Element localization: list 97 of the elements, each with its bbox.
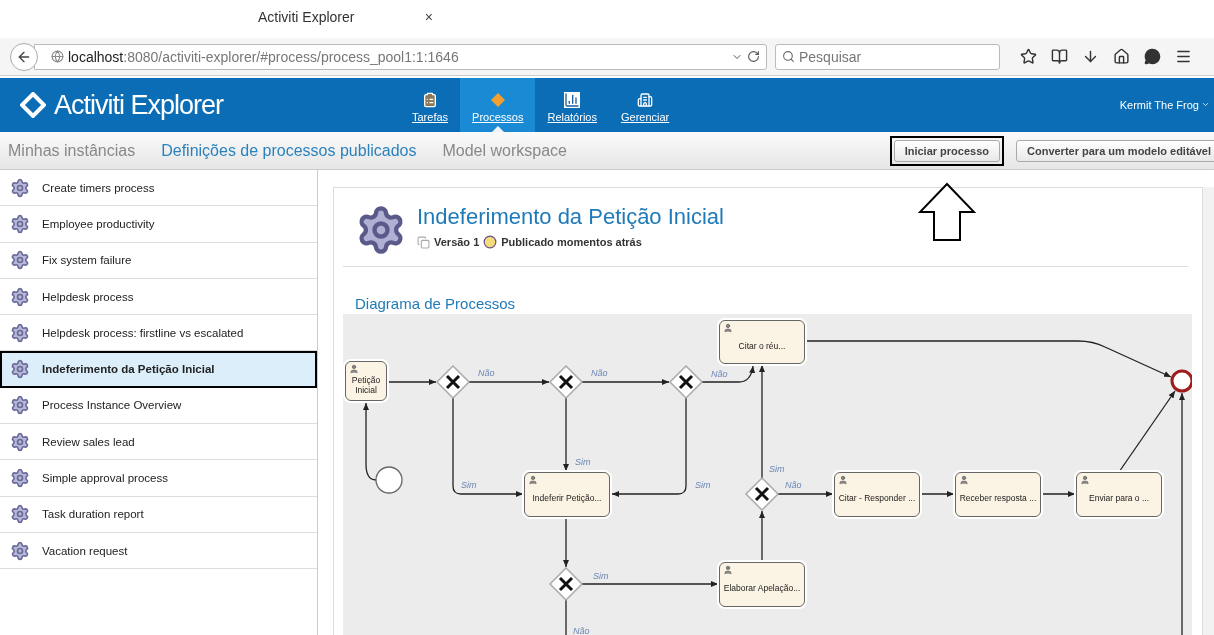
process-name: Helpdesk process: firstline vs escalated [42, 326, 244, 339]
flow-label: Não [573, 626, 590, 635]
app-logo-text: Activiti Explorer [54, 89, 224, 121]
flow-label: Não [591, 368, 608, 378]
gear-icon [10, 540, 30, 561]
user-icon [723, 565, 733, 575]
nav-tab[interactable]: Processos [460, 78, 536, 132]
nav-tab[interactable]: Relatórios [535, 78, 609, 132]
process-list-item[interactable]: Indeferimento da Petição Inicial [0, 351, 317, 388]
nav-tab[interactable]: Tarefas [400, 78, 461, 132]
copy-icon [417, 235, 430, 249]
user-task[interactable]: Citar o réu... [719, 320, 805, 364]
user-task[interactable]: Indeferir Petição... [524, 472, 610, 517]
diamond-logo-icon [20, 92, 46, 118]
user-task[interactable]: Petição Inicial [345, 361, 387, 401]
gear-icon [10, 395, 30, 416]
nav-icon [564, 92, 581, 108]
user-task[interactable]: Enviar para o ... [1076, 472, 1162, 517]
process-title: Indeferimento da Petição Inicial [417, 204, 724, 230]
gear-icon [10, 504, 30, 525]
user-icon [349, 364, 359, 374]
process-name: Vacation request [42, 544, 128, 557]
user-icon [1080, 475, 1090, 485]
exclusive-gateway-icon [744, 476, 780, 512]
process-name: Indeferimento da Petição Inicial [42, 363, 215, 376]
user-icon [838, 475, 848, 485]
sub-tab[interactable]: Definições de processos publicados [161, 141, 417, 160]
version-text: Versão 1 [434, 236, 480, 248]
flow-label: Sim [695, 480, 711, 490]
process-name: Create timers process [42, 181, 155, 194]
star-icon[interactable] [1020, 48, 1037, 65]
user-task[interactable]: Receber resposta ... [955, 472, 1041, 517]
process-name: Process Instance Overview [42, 399, 182, 412]
gear-icon [10, 250, 30, 271]
search-icon [782, 50, 795, 63]
process-name: Task duration report [42, 508, 144, 521]
flow-label: Sim [461, 480, 477, 490]
sequence-flow-arrow [563, 516, 569, 568]
process-name: Review sales lead [42, 435, 135, 448]
nav-icon [422, 92, 439, 108]
menu-icon[interactable] [1175, 48, 1192, 65]
up-arrow-icon [918, 182, 976, 242]
exclusive-gateway-icon [435, 364, 471, 400]
globe-icon [51, 50, 64, 63]
flow-label: Não [478, 368, 495, 378]
user-icon [723, 323, 733, 333]
sequence-flow-arrow [759, 510, 765, 563]
reload-icon[interactable] [747, 50, 760, 63]
user-menu[interactable]: Kermit The Frog [1119, 99, 1214, 111]
end-event-icon [1170, 369, 1192, 393]
gear-icon [10, 431, 30, 452]
download-icon[interactable] [1082, 48, 1099, 65]
chat-icon[interactable] [1144, 48, 1161, 65]
tab-close-button[interactable]: × [424, 9, 433, 25]
nav-icon [489, 92, 506, 108]
exclusive-gateway-icon [548, 364, 584, 400]
nav-tab[interactable]: Gerenciar [608, 78, 682, 132]
url-text: localhost:8080/activiti-explorer/#process/process_pool1:1:1646 [68, 48, 460, 65]
published-text: Publicado momentos atrás [501, 236, 642, 248]
gear-icon [10, 359, 30, 380]
user-icon [959, 475, 969, 485]
process-name: Employee productivity [42, 217, 155, 230]
home-icon[interactable] [1113, 48, 1130, 65]
search-placeholder: Pesquisar [799, 48, 862, 65]
flow-label: Sim [769, 464, 785, 474]
sequence-flow-arrow [1040, 491, 1076, 497]
user-task[interactable]: Citar - Responder ... [834, 472, 920, 517]
flow-label: Não [711, 369, 728, 379]
gear-icon [10, 468, 30, 488]
sequence-flow-arrow [701, 365, 755, 383]
sequence-flow-arrow [777, 491, 834, 497]
start-event-icon [375, 466, 403, 494]
process-name: Fix system failure [42, 254, 132, 267]
gear-icon [10, 177, 30, 198]
flow-label: Não [785, 480, 802, 490]
exclusive-gateway-icon [668, 364, 704, 400]
gear-icon [10, 322, 30, 343]
action-button[interactable]: Iniciar processo [893, 139, 1000, 162]
flow-label: Sim [593, 571, 609, 581]
caret-icon [1201, 100, 1210, 109]
nav-icon [637, 92, 654, 108]
gear-icon [10, 213, 30, 234]
gear-icon [10, 286, 30, 307]
process-name: Helpdesk process [42, 290, 134, 303]
exclusive-gateway-icon [548, 566, 584, 602]
diagram-title: Diagrama de Processos [355, 295, 517, 312]
address-field[interactable]: localhost:8080/activiti-explorer/#process/process_pool1:1:1646 [34, 43, 767, 70]
search-field[interactable]: Pesquisar [775, 43, 1000, 70]
back-button[interactable] [10, 42, 38, 71]
reading-list-icon[interactable] [1051, 48, 1068, 65]
flow-label: Sim [575, 457, 591, 467]
user-icon [528, 475, 538, 485]
process-name: Simple approval process [42, 472, 168, 484]
action-button[interactable]: Converter para um modelo editável [1016, 139, 1214, 162]
user-task[interactable]: Elaborar Apelação... [719, 562, 805, 607]
sequence-flow-arrow [386, 379, 437, 385]
sequence-flow-arrow [919, 491, 955, 497]
